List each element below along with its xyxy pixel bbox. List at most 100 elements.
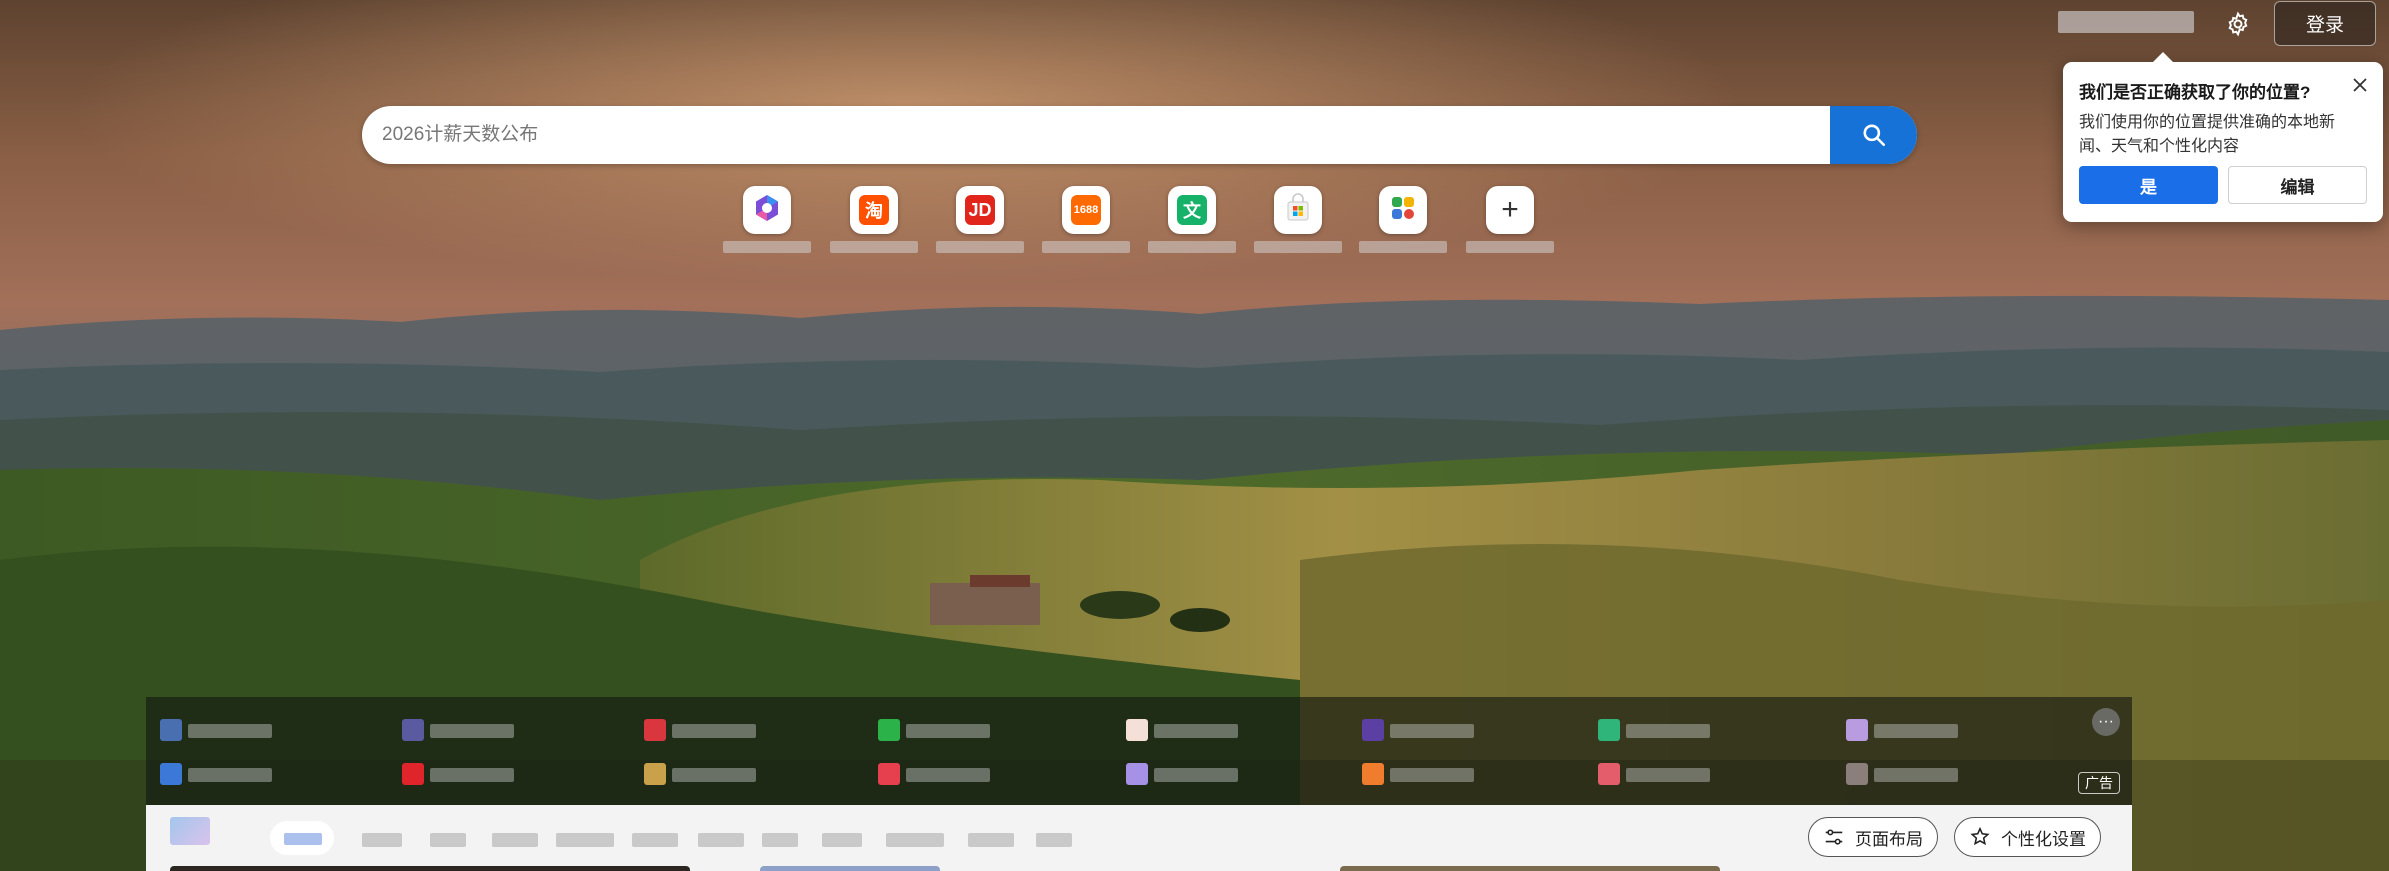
location-confirm-button[interactable]: 是 [2079,166,2218,204]
search-input[interactable] [362,106,1830,164]
promo-link-label [1874,724,1958,738]
quick-link-label [1359,241,1447,253]
promo-link[interactable] [1362,763,1482,785]
promo-site-icon [644,763,666,785]
promo-link[interactable] [644,763,764,785]
search-bar [362,106,1917,164]
feed-tab[interactable] [886,833,944,847]
promo-link-label [672,768,756,782]
quick-link-taobao[interactable]: 淘 [828,186,918,256]
location-edit-button[interactable]: 编辑 [2228,166,2367,204]
search-icon [1862,124,1885,147]
feed-logo[interactable] [170,817,210,845]
promo-link-label [1154,768,1238,782]
quick-link-tile [743,186,791,234]
quick-link-copilot[interactable] [721,186,811,256]
promo-site-icon [1126,719,1148,741]
promo-more-button[interactable]: ··· [2092,708,2120,736]
quick-link-label [830,241,918,253]
feed-card-peek [1340,866,1720,871]
personalize-label: 个性化设置 [2001,829,2086,849]
promo-site-icon [878,763,900,785]
quick-link-label [1148,241,1236,253]
feed-navigation-bar: 页面布局 个性化设置 [146,805,2132,871]
add-icon: + [1501,193,1519,226]
promo-site-icon [644,719,666,741]
quick-link-tile: 文 [1168,186,1216,234]
quick-link-tile [1379,186,1427,234]
promo-site-icon [1598,719,1620,741]
promo-link[interactable] [402,763,522,785]
feed-tab[interactable] [822,833,862,847]
promo-link[interactable] [878,763,998,785]
quick-link-label [936,241,1024,253]
promo-link-label [430,724,514,738]
quick-link-tile [1274,186,1322,234]
promo-link[interactable] [160,763,280,785]
feed-tab[interactable] [430,833,466,847]
location-popup-title: 我们是否正确获取了你的位置? [2079,83,2311,102]
promo-link[interactable] [1598,719,1718,741]
close-icon [2353,78,2367,92]
taobao-icon: 淘 [859,195,889,225]
promo-site-icon [1126,763,1148,785]
promo-link[interactable] [878,719,998,741]
feed-tab[interactable] [632,833,678,847]
quick-link-label [1042,241,1130,253]
feed-tab[interactable] [362,833,402,847]
wenku-icon: 文 [1177,195,1207,225]
quick-link-apps[interactable] [1357,186,1447,256]
quick-link-tile: 淘 [850,186,898,234]
promo-link-label [1626,768,1710,782]
feed-tab[interactable] [698,833,744,847]
promo-site-icon [1598,763,1620,785]
promo-link[interactable] [402,719,522,741]
sliders-icon [1825,829,1843,845]
promo-site-icon [160,719,182,741]
feed-tab[interactable] [556,833,614,847]
promo-link-label [1390,768,1474,782]
promo-link-label [672,724,756,738]
quick-link-1688[interactable]: 1688 [1040,186,1130,256]
quick-link-tile: + [1486,186,1534,234]
quick-link-add[interactable]: + [1464,186,1554,256]
promo-link-label [188,724,272,738]
weather-widget[interactable] [2058,11,2194,33]
promo-link[interactable] [1126,719,1246,741]
quick-link-label [1466,241,1554,253]
promo-link[interactable] [160,719,280,741]
login-button[interactable]: 登录 [2274,1,2376,46]
gear-icon [2228,11,2248,37]
quick-link-label [1254,241,1342,253]
promo-link-label [430,768,514,782]
search-button[interactable] [1830,106,1917,164]
feed-tab[interactable] [968,833,1014,847]
close-popup-button[interactable] [2349,74,2371,96]
quick-link-store[interactable] [1252,186,1342,256]
quick-link-wenku[interactable]: 文 [1146,186,1236,256]
settings-button[interactable] [2222,8,2254,40]
promo-link[interactable] [644,719,764,741]
promo-link[interactable] [1362,719,1482,741]
feed-tab[interactable] [492,833,538,847]
copilot-icon [751,192,783,229]
feed-tab[interactable] [1036,833,1072,847]
feed-tab[interactable] [762,833,798,847]
promo-link[interactable] [1846,719,1966,741]
promo-link-label [1874,768,1958,782]
quick-link-jd[interactable]: JD [934,186,1024,256]
page-layout-button[interactable]: 页面布局 [1808,817,1938,857]
promo-site-icon [1846,719,1868,741]
promo-site-icon [1362,763,1384,785]
promo-link[interactable] [1598,763,1718,785]
promo-link-label [906,724,990,738]
ad-badge: 广告 [2078,772,2120,794]
promo-link-label [188,768,272,782]
location-popup-description: 我们使用你的位置提供准确的本地新闻、天气和个性化内容 [2079,114,2336,155]
promo-link[interactable] [1846,763,1966,785]
promo-link[interactable] [1126,763,1246,785]
promo-site-icon [402,763,424,785]
personalize-button[interactable]: 个性化设置 [1954,817,2101,857]
location-permission-popup: 我们是否正确获取了你的位置? 我们使用你的位置提供准确的本地新闻、天气和个性化内… [2063,52,2383,222]
jd-icon: JD [965,195,995,225]
